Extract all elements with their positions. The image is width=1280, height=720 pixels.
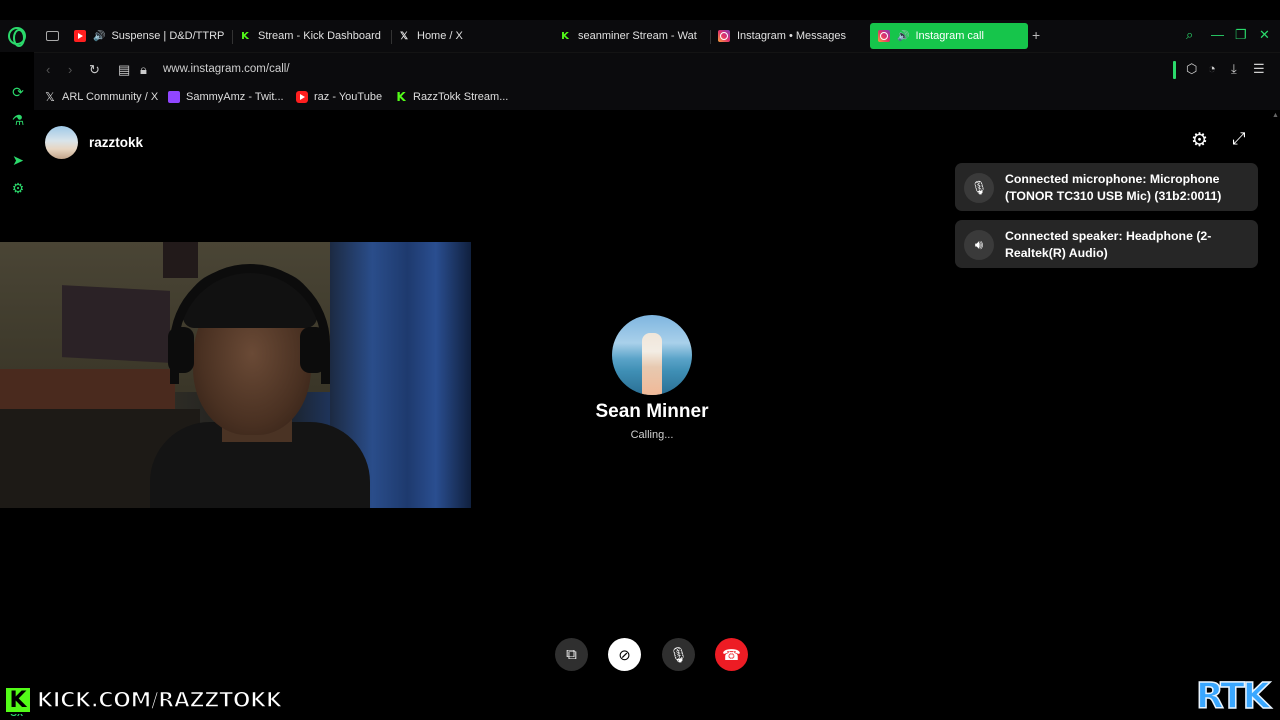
rtk-logo: RTK [1195, 675, 1271, 718]
avatar-figure [642, 333, 662, 395]
video-off-icon: ⊘ [618, 646, 631, 664]
kick-url-text: KICK.COM/RAZZTOKK [34, 687, 285, 713]
back-icon[interactable]: ‹ [46, 62, 50, 77]
bookmark-raz-youtube[interactable]: raz - YouTube [296, 91, 382, 103]
hang-up-icon: ☎︎ [722, 646, 741, 664]
sidebar-settings-icon[interactable]: ⚙ [10, 180, 26, 196]
instagram-icon [878, 30, 890, 42]
webcam-feed [0, 242, 471, 508]
bookmark-label: raz - YouTube [314, 91, 383, 103]
speaker-icon: 🔊︎ [964, 230, 994, 260]
tab-islands-icon[interactable] [46, 31, 59, 41]
sidebar-send-icon[interactable]: ➤ [10, 152, 26, 168]
search-tabs-icon[interactable]: ⌕ [1186, 27, 1193, 43]
kick-icon: K [561, 30, 569, 42]
mic-connected-notification: 🎙︎ Connected microphone: Microphone (TON… [955, 163, 1258, 211]
tab-label: seanminer Stream - Watc [578, 30, 697, 42]
webcam-poster [62, 285, 170, 363]
camera-off-button[interactable]: ⊘ [608, 638, 641, 671]
sidebar-hot-tabs-icon[interactable]: ⚗ [10, 112, 26, 128]
forward-icon[interactable]: › [68, 62, 72, 77]
callee-name: Sean Minner [595, 401, 709, 422]
callee-avatar [612, 315, 692, 395]
bookmark-label: SammyAmz - Twit... [186, 91, 284, 103]
microphone-icon: 🎙︎ [668, 646, 689, 664]
new-tab-button[interactable]: + [1032, 27, 1040, 43]
caller-name[interactable]: razztokk [89, 135, 143, 150]
url-field[interactable]: www.instagram.com/call/ [163, 63, 290, 75]
close-window-icon[interactable]: ✕ [1259, 27, 1270, 43]
extensions-icon[interactable]: ⬡ [1186, 61, 1197, 77]
reload-icon[interactable]: ↻ [89, 62, 100, 78]
notification-text: Connected speaker: Headphone (2- Realtek… [1005, 229, 1212, 260]
tab-bar: 🔊 Suspense | D&D/TTRP K Stream - Kick Da… [0, 20, 1280, 52]
share-screen-button[interactable]: ⧉ [555, 638, 588, 671]
opera-gx-logo-icon[interactable] [8, 27, 26, 47]
lock-icon[interactable]: 🔒︎ [140, 62, 147, 78]
download-icon[interactable]: ⤓ [1231, 61, 1237, 77]
bookmark-razztokk-stream[interactable]: K RazzTokk Stream... [395, 90, 509, 104]
tab-home-x[interactable]: 𝕏 Home / X [398, 23, 548, 49]
tab-label: Instagram • Messages [737, 30, 847, 42]
youtube-icon [296, 91, 308, 103]
fullscreen-expand-icon[interactable]: ⤢ [1232, 129, 1246, 149]
tab-label: Instagram call [915, 30, 984, 42]
kick-icon: K [396, 90, 406, 104]
bookmark-label: RazzTokk Stream... [413, 91, 509, 103]
tab-divider [232, 30, 233, 44]
scrollbar-up-arrow[interactable]: ▲ [1272, 112, 1279, 122]
profile-icon[interactable]: ◔ [1208, 61, 1216, 76]
tab-instagram-call[interactable]: 🔊 Instagram call [870, 23, 1028, 49]
kick-icon: K [241, 30, 249, 42]
tab-kick-dashboard[interactable]: K Stream - Kick Dashboard [239, 23, 389, 49]
tab-label: Home / X [417, 30, 463, 42]
webcam-headphone-cup [300, 327, 326, 373]
speaker-connected-notification: 🔊︎ Connected speaker: Headphone (2- Real… [955, 220, 1258, 268]
instagram-icon [718, 30, 730, 42]
x-icon: 𝕏 [45, 90, 55, 104]
bookmarks-bar: 𝕏 ARL Community / X SammyAmz - Twit... r… [34, 86, 1280, 110]
tab-divider [391, 30, 392, 44]
bookmark-label: ARL Community / X [62, 91, 159, 103]
tab-suspense[interactable]: 🔊 Suspense | D&D/TTRP [74, 23, 224, 49]
end-call-button[interactable]: ☎︎ [715, 638, 748, 671]
webcam-headphone-cup [168, 327, 194, 373]
caller-avatar[interactable] [45, 126, 78, 159]
bookmark-sammyamz[interactable]: SammyAmz - Twit... [168, 91, 284, 103]
youtube-icon [74, 30, 86, 42]
kick-overlay-badge: K KICK.COM/RAZZTOKK [4, 685, 285, 715]
notification-text: Connected microphone: Microphone (TONOR … [1005, 172, 1222, 203]
settings-gear-icon[interactable]: ⚙ [1191, 129, 1208, 152]
minimize-icon[interactable]: — [1211, 27, 1224, 42]
microphone-button[interactable]: 🎙︎ [662, 638, 695, 671]
snapshot-icon[interactable]: ▤ [118, 62, 130, 78]
x-icon: 𝕏 [399, 30, 409, 42]
sidebar-refresh-icon[interactable]: ⟳ [10, 84, 26, 100]
menu-icon[interactable]: ☰ [1253, 61, 1265, 77]
tab-instagram-messages[interactable]: Instagram • Messages [718, 23, 868, 49]
accent-bar [1173, 61, 1176, 79]
speaker-icon[interactable]: 🔊 [93, 31, 105, 42]
tab-seanminer-stream[interactable]: K seanminer Stream - Watc [559, 23, 697, 49]
tab-divider [710, 30, 711, 44]
call-status: Calling... [630, 429, 674, 441]
twitch-icon [168, 91, 180, 103]
screen-share-icon: ⧉ [566, 646, 577, 663]
address-bar: ‹ › ↻ ▤ 🔒︎ www.instagram.com/call/ ⬡ ◔ ⤓… [34, 52, 1280, 86]
kick-logo-icon: K [4, 686, 32, 714]
speaker-icon[interactable]: 🔊 [897, 31, 909, 42]
top-strip [0, 0, 1280, 20]
tab-label: Stream - Kick Dashboard [258, 30, 381, 42]
microphone-icon: 🎙︎ [964, 173, 994, 203]
webcam-frame [163, 242, 198, 278]
tab-label: Suspense | D&D/TTRP [111, 30, 224, 42]
bookmark-arl-community[interactable]: 𝕏 ARL Community / X [44, 90, 159, 104]
webcam-shelf [0, 369, 175, 409]
restore-icon[interactable]: ❐ [1235, 27, 1247, 43]
